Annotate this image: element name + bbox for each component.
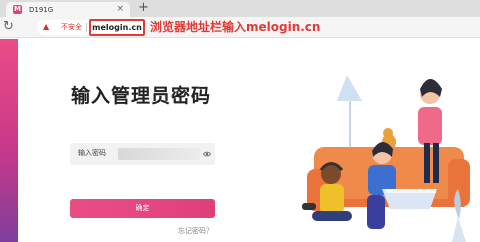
warning-icon: ▲ xyxy=(43,22,50,31)
password-label: 输入密码 xyxy=(78,149,106,157)
plus-icon[interactable]: + xyxy=(138,1,149,15)
password-input[interactable] xyxy=(118,148,200,160)
people-illustration xyxy=(302,75,470,242)
password-field-row: 输入密码 xyxy=(70,143,215,165)
eye-icon[interactable] xyxy=(203,150,211,158)
favicon-icon: M xyxy=(13,5,22,14)
security-status[interactable]: 不安全 xyxy=(61,23,82,32)
tab-title: D191G xyxy=(29,5,54,14)
tab-strip: M D191G × + xyxy=(0,0,480,17)
url-text[interactable]: melogin.cn xyxy=(89,19,145,36)
reload-icon[interactable]: ↻ xyxy=(3,19,14,35)
close-icon[interactable]: × xyxy=(116,4,124,15)
login-page: 输入管理员密码 输入密码 确定 忘记密码？ xyxy=(0,39,480,242)
page-title: 输入管理员密码 xyxy=(71,85,212,107)
forgot-password-link[interactable]: 忘记密码？ xyxy=(178,227,213,236)
plant xyxy=(452,217,466,242)
browser-tab[interactable]: M D191G × xyxy=(6,2,130,17)
lamp-shade xyxy=(337,75,362,101)
divider xyxy=(86,23,87,32)
instruction-annotation: 浏览器地址栏输入melogin.cn xyxy=(150,20,321,34)
confirm-button[interactable]: 确定 xyxy=(70,199,215,218)
accent-bar xyxy=(0,39,18,242)
